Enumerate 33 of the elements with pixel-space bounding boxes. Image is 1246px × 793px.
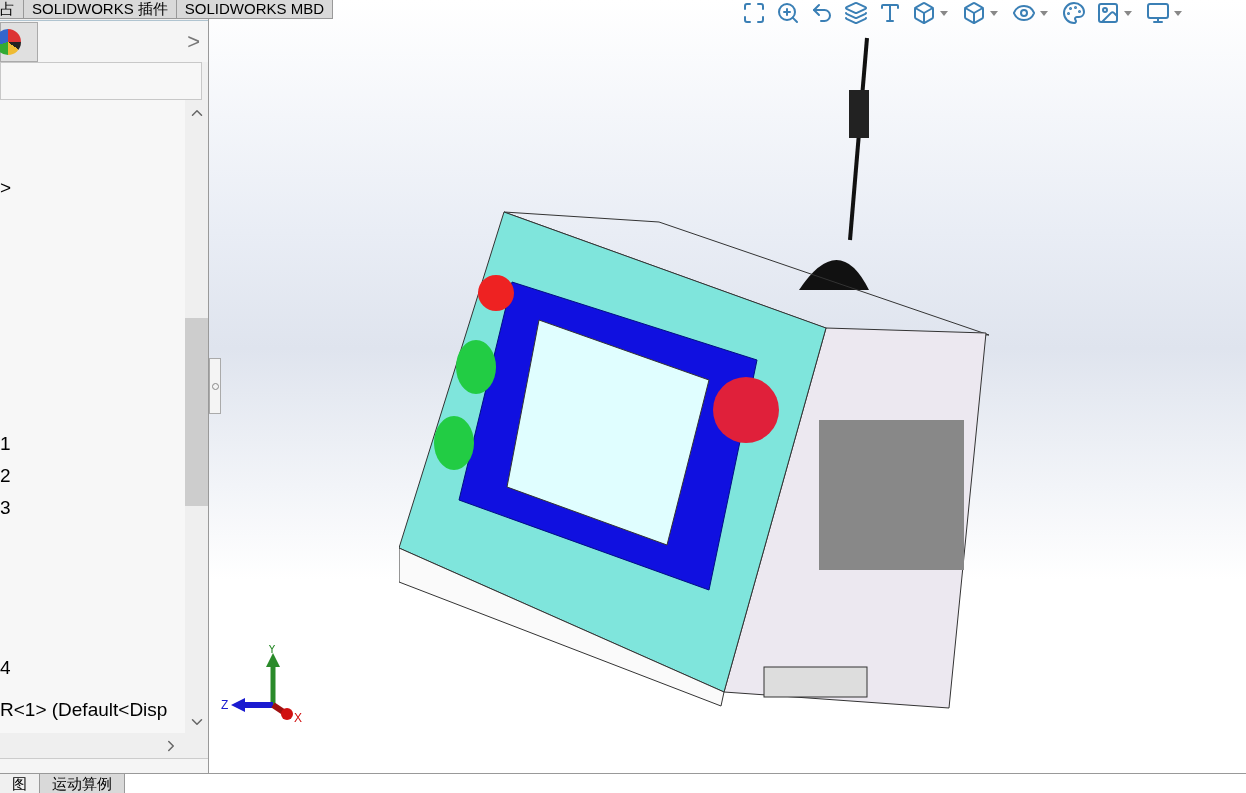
y-axis-label: Y xyxy=(268,645,276,656)
z-axis-label: Z xyxy=(221,698,229,712)
command-tab[interactable]: 占 xyxy=(0,0,24,19)
annotation-icon[interactable] xyxy=(878,1,902,25)
caret-icon[interactable] xyxy=(990,10,998,16)
zoom-icon[interactable] xyxy=(776,1,800,25)
x-axis-label: X xyxy=(294,711,302,725)
command-tab[interactable]: SOLIDWORKS 插件 xyxy=(24,0,177,19)
panel-tab[interactable] xyxy=(0,21,38,62)
tree-item[interactable]: 4 xyxy=(0,652,185,684)
cube-icon[interactable] xyxy=(962,1,986,25)
expand-arrow[interactable]: > xyxy=(187,25,200,58)
tree-item[interactable]: > xyxy=(0,172,185,204)
bottom-tab[interactable]: 图 xyxy=(0,774,40,793)
vertical-scrollbar[interactable] xyxy=(185,100,208,733)
previous-view-icon[interactable] xyxy=(810,1,834,25)
scrollbar-thumb[interactable] xyxy=(185,318,208,506)
zoom-fit-icon[interactable] xyxy=(742,1,766,25)
monitor-icon[interactable] xyxy=(1146,1,1170,25)
caret-icon[interactable] xyxy=(940,10,948,16)
caret-icon[interactable] xyxy=(1040,10,1048,16)
axis-triad-arrows xyxy=(231,653,293,720)
filter-field[interactable] xyxy=(0,62,202,100)
palette-icon[interactable] xyxy=(1062,1,1086,25)
caret-icon[interactable] xyxy=(1124,10,1132,16)
tree-item[interactable]: 1 xyxy=(0,428,185,460)
tree-item[interactable]: 3 xyxy=(0,492,185,524)
cube-icon[interactable] xyxy=(912,1,936,25)
bottom-tab[interactable]: 运动算例 xyxy=(40,774,125,793)
caret-icon[interactable] xyxy=(1174,10,1182,16)
tree-item[interactable]: R<1> (Default<Disp xyxy=(0,693,185,726)
tree-item[interactable]: 2 xyxy=(0,460,185,492)
command-tab[interactable]: SOLIDWORKS MBD xyxy=(176,0,334,19)
